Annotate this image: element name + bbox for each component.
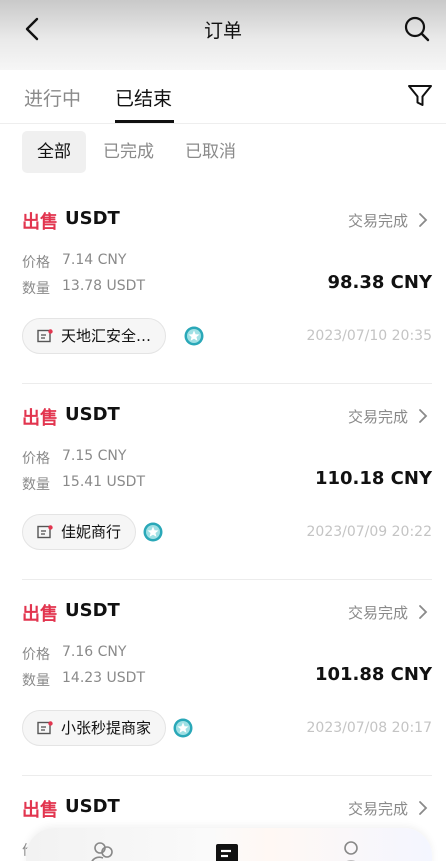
order-status: 交易完成 [347,212,408,230]
order-total: 98.38 CNY [327,272,432,293]
order-asset: USDT [65,208,120,229]
merchant-name: 天地汇安全… [61,327,152,345]
price-label: 价格 [22,451,50,467]
order-status: 交易完成 [347,800,408,818]
merchant-chip[interactable]: 佳妮商行 [22,514,137,550]
verified-star-icon [184,326,204,346]
order-card[interactable]: 出售 USDT 交易完成 价格 7.14 CNY 数量 13.78 USDT 9… [0,188,446,384]
orders-icon[interactable] [214,842,244,861]
quantity-label: 数量 [22,477,50,493]
price-value: 7.14 CNY [62,252,127,268]
order-side: 出售 [22,800,58,821]
merchant-icon [37,721,53,735]
merchant-name: 小张秒提商家 [61,719,152,737]
merchant-chip[interactable]: 小张秒提商家 [22,710,167,746]
order-status: 交易完成 [347,408,408,426]
chip-completed[interactable]: 已完成 [88,131,169,173]
chip-cancelled[interactable]: 已取消 [170,131,251,173]
page-title: 订单 [203,20,242,42]
verified-star-icon [173,718,193,738]
order-asset: USDT [65,404,120,425]
order-time: 2023/07/08 20:17 [306,720,433,736]
order-time: 2023/07/10 20:35 [306,328,433,344]
status-tabs: 进行中 已结束 [0,70,446,124]
bottom-nav [26,828,432,861]
order-side: 出售 [22,212,58,233]
order-side: 出售 [22,604,58,625]
search-icon[interactable] [402,14,432,44]
order-total: 101.88 CNY [314,664,432,685]
price-value: 7.16 CNY [62,644,127,660]
chevron-right-icon [419,801,428,815]
filter-icon[interactable] [406,82,434,110]
price-value: 7.15 CNY [62,448,127,464]
quantity-label: 数量 [22,281,50,297]
merchant-chip[interactable]: 天地汇安全… [22,318,167,354]
quantity-value: 15.41 USDT [62,474,145,490]
top-bar: 订单 [0,0,446,70]
community-icon[interactable] [88,838,118,861]
chevron-right-icon [419,409,428,423]
quantity-value: 13.78 USDT [62,278,145,294]
chevron-right-icon [419,213,428,227]
price-label: 价格 [22,647,50,663]
tab-ended[interactable]: 已结束 [115,84,172,111]
quantity-value: 14.23 USDT [62,670,145,686]
merchant-icon [37,329,53,343]
price-label: 价格 [22,255,50,271]
verified-star-icon [143,522,163,542]
tab-in-progress[interactable]: 进行中 [24,84,81,111]
merchant-name: 佳妮商行 [61,523,122,541]
order-time: 2023/07/09 20:22 [306,524,433,540]
order-status: 交易完成 [347,604,408,622]
merchant-icon [37,525,53,539]
order-card[interactable]: 出售 USDT 交易完成 价格 7.15 CNY 数量 15.41 USDT 1… [0,384,446,580]
order-asset: USDT [65,600,120,621]
active-tab-indicator [115,120,174,123]
order-asset: USDT [65,796,120,817]
quantity-label: 数量 [22,673,50,689]
chip-all[interactable]: 全部 [22,131,86,173]
chevron-right-icon [419,605,428,619]
order-card[interactable]: 出售 USDT 交易完成 价格 7.16 CNY 数量 14.23 USDT 1… [0,580,446,776]
order-total: 110.18 CNY [314,468,432,489]
order-side: 出售 [22,408,58,429]
profile-icon[interactable] [336,838,366,861]
filter-chips: 全部 已完成 已取消 [0,124,446,188]
